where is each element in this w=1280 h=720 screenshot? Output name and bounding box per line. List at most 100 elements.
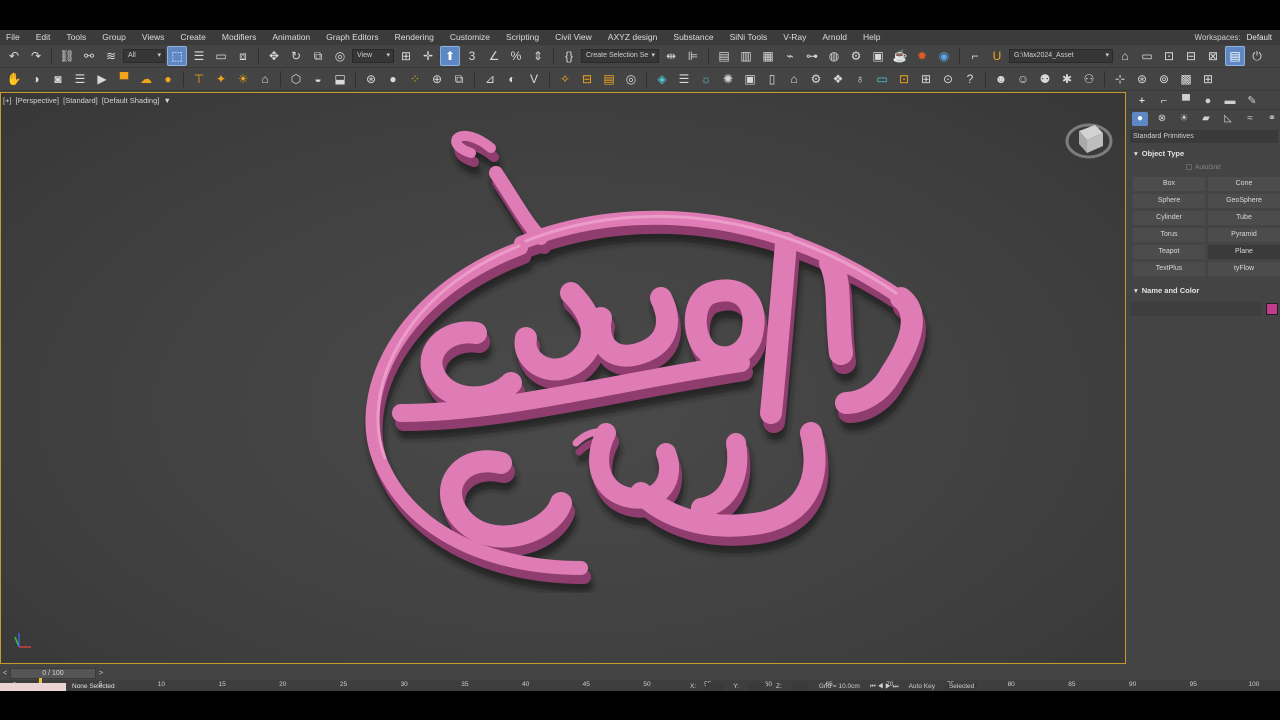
project-recent-icon[interactable]: ⊠	[1203, 46, 1223, 66]
network-icon[interactable]: ⊛	[361, 69, 381, 89]
arnold-sky-icon[interactable]: ⊟	[577, 69, 597, 89]
hat-icon[interactable]: ▀	[114, 69, 134, 89]
scale-icon[interactable]: ⧉	[308, 46, 328, 66]
sini-doc-icon[interactable]: ▯	[762, 69, 782, 89]
arnold-light-icon[interactable]: ✧	[555, 69, 575, 89]
sini-camera-icon[interactable]: ⊙	[938, 69, 958, 89]
menu-sini-tools[interactable]: SiNi Tools	[722, 30, 776, 45]
menu-graph-editors[interactable]: Graph Editors	[318, 30, 386, 45]
constraint-icon[interactable]: ⊛	[1132, 69, 1152, 89]
sky-icon[interactable]: ⌂	[255, 69, 275, 89]
primitive-sphere-button[interactable]: Sphere	[1133, 194, 1205, 208]
cube-icon[interactable]: ⬡	[286, 69, 306, 89]
window-crossing-icon[interactable]: ⧈	[233, 46, 253, 66]
primitive-plane-button[interactable]: Plane	[1208, 245, 1280, 259]
auto-key-button[interactable]: Auto Key	[909, 683, 935, 691]
plane-obj-icon[interactable]: ⬓	[330, 69, 350, 89]
ribbon-toggle-icon[interactable]: ▦	[758, 46, 778, 66]
sini-light-icon[interactable]: ♁	[850, 69, 870, 89]
rectangular-selection-icon[interactable]: ▭	[211, 46, 231, 66]
primitive-textplus-button[interactable]: TextPlus	[1133, 262, 1205, 276]
power-icon[interactable]: ⏻	[1247, 46, 1267, 66]
x-coord-field[interactable]	[706, 683, 724, 691]
geometry-type-dropdown[interactable]: Standard Primitives	[1130, 130, 1278, 143]
primitive-cylinder-button[interactable]: Cylinder	[1133, 211, 1205, 225]
primitive-pyramid-button[interactable]: Pyramid	[1208, 228, 1280, 242]
link-icon[interactable]: ⛓	[57, 46, 77, 66]
menu-file[interactable]: File	[0, 30, 28, 45]
sini-drop-icon[interactable]: ❖	[828, 69, 848, 89]
arnold-settings-icon[interactable]: ◎	[621, 69, 641, 89]
display-tab-icon[interactable]: ▬	[1222, 95, 1238, 107]
maxscript-listener-box[interactable]	[0, 683, 66, 691]
align-icon[interactable]: ⊫	[683, 46, 703, 66]
viewcube-icon[interactable]	[1065, 113, 1113, 161]
menu-customize[interactable]: Customize	[442, 30, 498, 45]
axyz-group-icon[interactable]: ☺	[1013, 69, 1033, 89]
rotate-icon[interactable]: ↻	[286, 46, 306, 66]
name-and-color-rollout[interactable]: ▾ Name and Color	[1128, 284, 1280, 298]
curve-editor-icon[interactable]: ⌁	[780, 46, 800, 66]
lights-category-icon[interactable]: ☀	[1176, 112, 1192, 126]
object-color-swatch[interactable]	[1266, 303, 1278, 315]
mirror-icon[interactable]: ⇹	[661, 46, 681, 66]
project-save-icon[interactable]: ⊡	[1159, 46, 1179, 66]
sini-gear-icon[interactable]: ⚙	[806, 69, 826, 89]
scene-explorer-icon[interactable]: ▤	[714, 46, 734, 66]
edit-named-selection-icon[interactable]: {}	[559, 46, 579, 66]
sini-frame-icon[interactable]: ▣	[740, 69, 760, 89]
helpers-category-icon[interactable]: ◺	[1220, 112, 1236, 126]
menu-tools[interactable]: Tools	[58, 30, 94, 45]
menu-axyz-design[interactable]: AXYZ design	[600, 30, 666, 45]
select-manipulate-icon[interactable]: ✛	[418, 46, 438, 66]
project-open-icon[interactable]: ▭	[1137, 46, 1157, 66]
arnold-volume-icon[interactable]: ▤	[599, 69, 619, 89]
select-by-name-icon[interactable]: ☰	[189, 46, 209, 66]
project-folder-icon[interactable]: ⌂	[1115, 46, 1135, 66]
list-icon[interactable]: ☰	[70, 69, 90, 89]
sini-bulb-icon[interactable]: ☼	[696, 69, 716, 89]
place-icon[interactable]: ◎	[330, 46, 350, 66]
shapes-category-icon[interactable]: ⊗	[1154, 112, 1170, 126]
magnet-icon[interactable]: U	[987, 46, 1007, 66]
snap-point-icon[interactable]: ⊚	[1154, 69, 1174, 89]
autogrid-checkbox[interactable]: AutoGrid	[1128, 161, 1280, 175]
angle-snap-icon[interactable]: ∠	[484, 46, 504, 66]
converter-icon[interactable]: ⊿	[480, 69, 500, 89]
unlink-icon[interactable]: ⚯	[79, 46, 99, 66]
primitive-cone-button[interactable]: Cone	[1208, 177, 1280, 191]
sini-tag-icon[interactable]: ⌂	[784, 69, 804, 89]
menu-views[interactable]: Views	[134, 30, 173, 45]
cameras-category-icon[interactable]: ▰	[1198, 112, 1214, 126]
selection-filter-dropdown[interactable]: All	[123, 49, 165, 63]
viewport-menu-label[interactable]: [+]	[3, 96, 12, 105]
axyz-render-icon[interactable]: ⚇	[1079, 69, 1099, 89]
sini-list-icon[interactable]: ☰	[674, 69, 694, 89]
spinner-snap-icon[interactable]: ⇕	[528, 46, 548, 66]
vray-logo-icon[interactable]: V	[524, 69, 544, 89]
primitive-geosphere-button[interactable]: GeoSphere	[1208, 194, 1280, 208]
menu-help[interactable]: Help	[855, 30, 888, 45]
chaos-icon[interactable]: ◐	[502, 69, 522, 89]
schematic-view-icon[interactable]: ⊶	[802, 46, 822, 66]
percent-snap-icon[interactable]: %	[506, 46, 526, 66]
render-window-icon[interactable]: ▩	[1176, 69, 1196, 89]
menu-substance[interactable]: Substance	[665, 30, 721, 45]
workspaces-value[interactable]: Default	[1247, 30, 1272, 45]
sini-sun-icon[interactable]: ✺	[718, 69, 738, 89]
cloud-icon[interactable]: ☁	[136, 69, 156, 89]
viewport-mode-label[interactable]: [Standard]	[63, 96, 98, 105]
render-active-icon[interactable]: ✹	[912, 46, 932, 66]
video-icon[interactable]: ▶	[92, 69, 112, 89]
snaps-toggle-icon[interactable]: 3	[462, 46, 482, 66]
motion-tab-icon[interactable]: ●	[1200, 95, 1216, 107]
primitive-tube-button[interactable]: Tube	[1208, 211, 1280, 225]
transform-gizmo-icon[interactable]: ⊹	[1110, 69, 1130, 89]
particles-icon[interactable]: ⁘	[405, 69, 425, 89]
sun-icon[interactable]: ☀	[233, 69, 253, 89]
render-setup-icon[interactable]: ⚙	[846, 46, 866, 66]
menu-scripting[interactable]: Scripting	[498, 30, 547, 45]
play-controls[interactable]: ⏮ ◀ ▶ ⏭	[870, 683, 899, 691]
next-frame-button[interactable]: >	[96, 670, 106, 677]
command-panel-toggle-icon[interactable]: ▤	[1225, 46, 1245, 66]
